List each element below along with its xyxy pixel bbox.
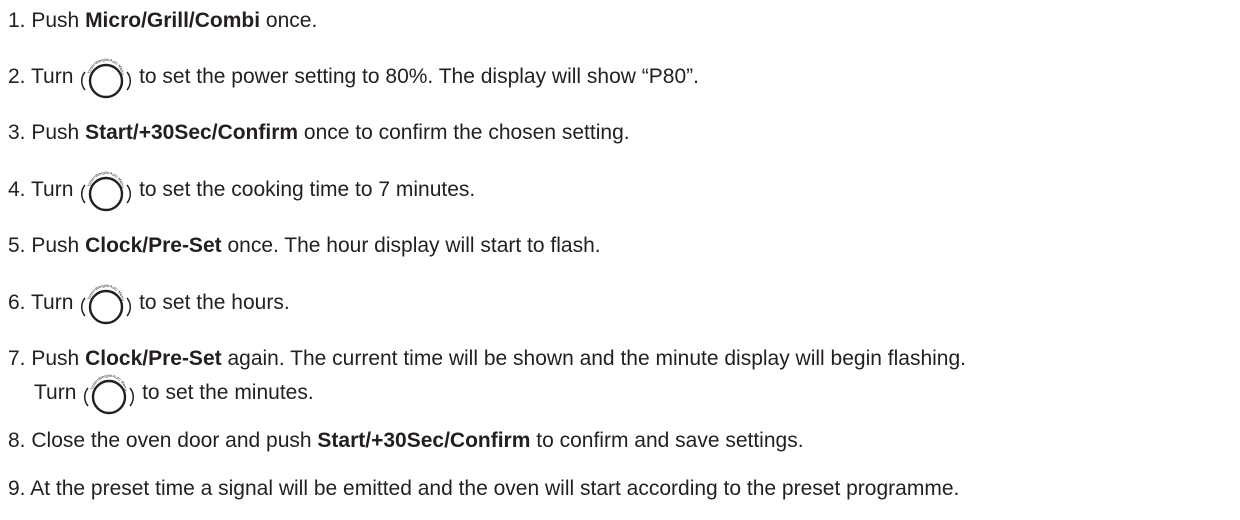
step-text: Turn [30,65,74,88]
dial-rotate-right-arc [126,297,132,317]
step-text: to set the cooking time to 7 minutes. [139,178,476,201]
step-text: Push [31,347,86,370]
step-text: Close the oven door and push [31,429,318,452]
dial-knob-circle [89,63,124,99]
step-number: 9. [8,477,26,500]
dial-knob-icon: Timer•Weight•Auto Menu [79,57,133,99]
dial-knob-graphic: Timer•Weight•Auto Menu [81,57,132,99]
step-text: once. The hour display will start to fla… [221,234,601,257]
step-6: 6. Turn Timer•Weight•Auto Menu to set th… [8,283,290,325]
step-text: once to confirm the chosen setting. [298,121,630,144]
dial-rotate-left-arc [84,387,89,407]
step-text: once. [260,9,318,32]
dial-rotate-right-arc [126,71,132,91]
step-number: 3. [8,121,26,144]
dial-knob-circle [92,379,127,415]
button-name: Start/+30Sec/Confirm [85,121,299,144]
step-text: Push [31,9,86,32]
step-number: 6. [8,291,26,314]
step-text: At the preset time a signal will be emit… [30,477,960,500]
step-8: 8. Close the oven door and push Start/+3… [8,428,804,453]
step-number: 4. [8,178,26,201]
step-text: to set the minutes. [142,381,314,404]
step-9: 9. At the preset time a signal will be e… [8,476,959,501]
dial-rotate-left-arc [81,184,86,204]
dial-rotate-right-arc [126,184,132,204]
step-1: 1. Push Micro/Grill/Combi once. [8,8,317,33]
step-number: 5. [8,234,26,257]
step-number: 2. [8,65,26,88]
button-name: Start/+30Sec/Confirm [317,429,531,452]
step-text: Turn [30,178,74,201]
step-number: 1. [8,9,26,32]
dial-knob-icon: Timer•Weight•Auto Menu [82,373,136,415]
step-number: 8. [8,429,26,452]
step-7-continuation: Turn Timer•Weight•Auto Menu to set the m… [34,373,314,415]
button-name: Clock/Pre-Set [85,234,222,257]
step-text: to set the hours. [139,291,290,314]
dial-knob-circle [89,176,124,212]
dial-rotate-left-arc [81,71,86,91]
step-text: to confirm and save settings. [530,429,804,452]
dial-knob-graphic: Timer•Weight•Auto Menu [84,373,135,415]
dial-knob-icon: Timer•Weight•Auto Menu [79,283,133,325]
step-text: Turn [34,381,77,404]
step-text: to set the power setting to 80%. The dis… [139,65,699,88]
dial-knob-graphic: Timer•Weight•Auto Menu [81,283,132,325]
button-name: Micro/Grill/Combi [85,9,261,32]
dial-knob-circle [89,289,124,325]
step-3: 3. Push Start/+30Sec/Confirm once to con… [8,120,630,145]
dial-rotate-left-arc [81,297,86,317]
step-text: Push [31,234,86,257]
dial-knob-icon: Timer•Weight•Auto Menu [79,170,133,212]
step-5: 5. Push Clock/Pre-Set once. The hour dis… [8,233,601,258]
step-4: 4. Turn Timer•Weight•Auto Menu to set th… [8,170,476,212]
dial-rotate-right-arc [129,387,135,407]
dial-knob-graphic: Timer•Weight•Auto Menu [81,170,132,212]
step-2: 2. Turn Timer•Weight•Auto Menu to set th… [8,57,699,99]
step-number: 7. [8,347,26,370]
step-text: Push [31,121,86,144]
step-text: again. The current time will be shown an… [221,347,966,370]
step-text: Turn [30,291,74,314]
step-7: 7. Push Clock/Pre-Set again. The current… [8,346,966,371]
